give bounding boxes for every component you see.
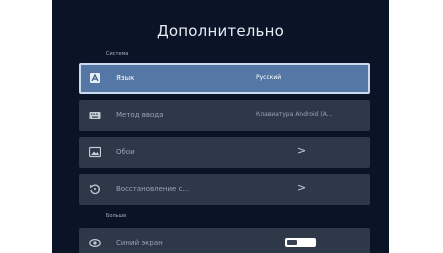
setting-restore-label: Восстановление с... [116, 185, 190, 193]
setting-blue-screen[interactable]: Синий экран [79, 228, 370, 253]
language-icon [89, 72, 101, 84]
setting-language-value: Русский [256, 74, 282, 81]
setting-wallpaper[interactable]: Обои > [79, 137, 370, 168]
eye-icon [89, 237, 101, 249]
settings-screen: Дополнительно Система Язык Русский Метод… [52, 0, 389, 253]
setting-language-label: Язык [116, 74, 135, 82]
setting-restore[interactable]: Восстановление с... > [79, 174, 370, 205]
setting-input-method-value: Клавиатура Android (A... [256, 111, 333, 118]
chevron-right-icon: > [297, 181, 307, 194]
restore-icon [89, 183, 101, 195]
keyboard-icon [89, 109, 101, 121]
setting-language[interactable]: Язык Русский [79, 63, 370, 94]
toggle-knob [287, 240, 297, 245]
setting-wallpaper-label: Обои [116, 148, 135, 156]
wallpaper-icon [89, 146, 101, 158]
chevron-right-icon: > [297, 144, 307, 157]
section-header-system: Система [106, 51, 129, 57]
section-header-more: Больше [106, 213, 127, 219]
blue-screen-toggle[interactable] [285, 238, 316, 247]
setting-blue-screen-label: Синий экран [116, 239, 163, 247]
setting-input-method-label: Метод ввода [116, 111, 164, 119]
page-title: Дополнительно [156, 22, 284, 40]
setting-input-method[interactable]: Метод ввода Клавиатура Android (A... [79, 100, 370, 131]
